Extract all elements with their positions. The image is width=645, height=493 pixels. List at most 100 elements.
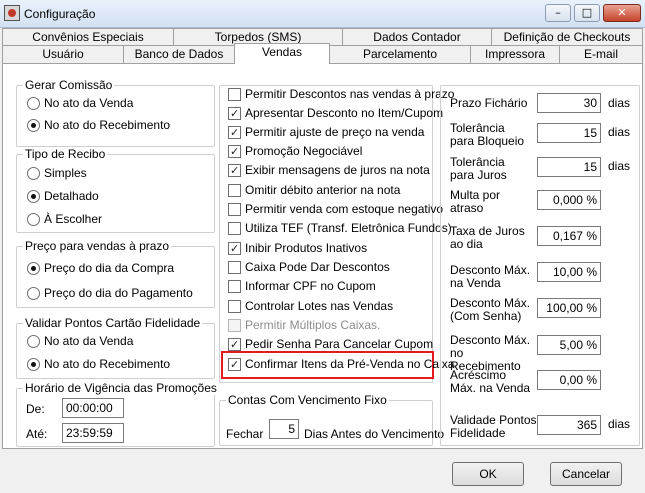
checkbox-label: Confirmar Itens da Pré-Venda no Caixa: [245, 357, 455, 371]
field-label-tolerancia-juros: Tolerância para Juros: [450, 155, 507, 182]
field-label-prazo-fichario: Prazo Fichário: [450, 96, 528, 110]
checkbox-label: Permitir Múltiplos Caixas.: [245, 318, 381, 332]
multa-input[interactable]: 0,000 %: [537, 190, 601, 210]
group-contas-vencimento: Contas Com Vencimento Fixo Fechar 5 Dias…: [219, 393, 444, 446]
window-title: Configuração: [24, 7, 96, 21]
radio-label: Simples: [44, 166, 87, 180]
radio-pontos-venda[interactable]: [27, 335, 40, 348]
field-label-acrescimo: Acréscimo Máx. na Venda: [450, 368, 531, 395]
checkbox-promocao-negociavel[interactable]: [228, 145, 241, 158]
horario-ate-input[interactable]: 23:59:59: [62, 423, 124, 443]
group-gerar-comissao: Gerar Comissão No ato da Venda No ato do…: [16, 78, 215, 147]
radio-label: Preço do dia da Compra: [44, 261, 175, 275]
radio-label: Preço do dia do Pagamento: [44, 286, 193, 300]
checkbox-ajuste-preco[interactable]: [228, 126, 241, 139]
group-opcoes-venda: Permitir Descontos nas vendas à prazo Ap…: [219, 85, 454, 383]
radio-label: No ato da Venda: [44, 334, 134, 348]
tab-banco-de-dados[interactable]: Banco de Dados: [123, 45, 235, 63]
app-icon: [4, 5, 20, 21]
ok-button[interactable]: OK: [452, 462, 524, 486]
checkbox-senha-cancelar[interactable]: [228, 338, 241, 351]
fechar-label: Fechar: [226, 427, 264, 441]
checkbox-confirmar-pre-venda[interactable]: [228, 358, 241, 371]
desconto-senha-input[interactable]: 100,00 %: [537, 298, 601, 318]
field-label-multa: Multa por atraso: [450, 188, 501, 215]
radio-preco-compra[interactable]: [27, 262, 40, 275]
cancel-button[interactable]: Cancelar: [550, 462, 622, 486]
group-label: Preço para vendas à prazo: [23, 239, 172, 253]
maximize-button[interactable]: □: [574, 4, 600, 22]
tab-parcelamento[interactable]: Parcelamento: [329, 45, 471, 63]
checkbox-label: Inibir Produtos Inativos: [245, 241, 368, 255]
checkbox-label: Permitir venda com estoque negativo: [245, 202, 444, 216]
tab-impressora[interactable]: Impressora: [470, 45, 560, 63]
tab-definicao-checkouts[interactable]: Definição de Checkouts: [491, 28, 643, 46]
radio-label: No ato do Recebimento: [44, 118, 171, 132]
radio-recibo-escolher[interactable]: [27, 213, 40, 226]
group-parametros: Prazo Fichário 30 dias Tolerância para B…: [440, 85, 640, 446]
radio-preco-pagamento[interactable]: [27, 287, 40, 300]
validade-pontos-input[interactable]: 365: [537, 415, 601, 435]
tab-vendas[interactable]: Vendas: [234, 43, 330, 64]
group-horario-vigencia: Horário de Vigência das Promoções De: 00…: [16, 381, 219, 447]
dias-vencimento-input[interactable]: 5: [269, 419, 299, 439]
checkbox-tef[interactable]: [228, 222, 241, 235]
radio-label: No ato da Venda: [44, 96, 134, 110]
checkbox-label: Informar CPF no Cupom: [245, 279, 376, 293]
group-validar-pontos: Validar Pontos Cartão Fidelidade No ato …: [16, 316, 215, 379]
checkbox-caixa-descontos[interactable]: [228, 261, 241, 274]
group-label: Tipo de Recibo: [23, 147, 108, 161]
minimize-button[interactable]: –: [545, 4, 571, 22]
checkbox-multiplos-caixas[interactable]: [228, 319, 241, 332]
radio-comissao-recebimento[interactable]: [27, 119, 40, 132]
tab-dados-contador[interactable]: Dados Contador: [342, 28, 492, 46]
unit-label: dias: [608, 159, 631, 173]
checkbox-label: Controlar Lotes nas Vendas: [245, 299, 394, 313]
field-label-tolerancia-bloqueio: Tolerância para Bloqueio: [450, 121, 525, 148]
tab-email[interactable]: E-mail: [559, 45, 643, 63]
tab-usuario[interactable]: Usuário: [2, 45, 124, 63]
checkbox-estoque-negativo[interactable]: [228, 203, 241, 216]
prazo-fichario-input[interactable]: 30: [537, 93, 601, 113]
radio-comissao-venda[interactable]: [27, 97, 40, 110]
group-preco-prazo: Preço para vendas à prazo Preço do dia d…: [16, 239, 215, 308]
checkbox-label: Permitir Descontos nas vendas à prazo: [245, 87, 455, 101]
desconto-venda-input[interactable]: 10,00 %: [537, 262, 601, 282]
checkbox-informar-cpf[interactable]: [228, 280, 241, 293]
field-label-taxa-juros: Taxa de Juros ao dia: [450, 224, 525, 251]
tab-panel-vendas: Gerar Comissão No ato da Venda No ato do…: [2, 63, 643, 449]
checkbox-label: Promoção Negociável: [245, 144, 363, 158]
field-label-desconto-senha: Desconto Máx. (Com Senha): [450, 296, 531, 323]
checkbox-label: Utiliza TEF (Transf. Eletrônica Fundos): [245, 221, 452, 235]
acrescimo-input[interactable]: 0,00 %: [537, 370, 601, 390]
radio-pontos-recebimento[interactable]: [27, 358, 40, 371]
checkbox-desconto-item[interactable]: [228, 107, 241, 120]
unit-label: dias: [608, 417, 631, 431]
ate-label: Até:: [26, 427, 48, 441]
checkbox-label: Omitir débito anterior na nota: [245, 183, 401, 197]
group-label: Gerar Comissão: [23, 78, 115, 92]
tab-convenios-especiais[interactable]: Convênios Especiais: [2, 28, 174, 46]
checkbox-label: Apresentar Desconto no Item/Cupom: [245, 106, 444, 120]
taxa-juros-input[interactable]: 0,167 %: [537, 226, 601, 246]
checkbox-descontos-prazo[interactable]: [228, 88, 241, 101]
horario-de-input[interactable]: 00:00:00: [62, 398, 124, 418]
tolerancia-bloqueio-input[interactable]: 15: [537, 123, 601, 143]
checkbox-label: Caixa Pode Dar Descontos: [245, 260, 390, 274]
group-tipo-recibo: Tipo de Recibo Simples Detalhado À Escol…: [16, 147, 215, 233]
checkbox-controlar-lotes[interactable]: [228, 300, 241, 313]
checkbox-omitir-debito[interactable]: [228, 184, 241, 197]
radio-recibo-simples[interactable]: [27, 167, 40, 180]
checkbox-inibir-inativos[interactable]: [228, 242, 241, 255]
de-label: De:: [26, 402, 45, 416]
unit-label: dias: [608, 96, 631, 110]
tolerancia-juros-input[interactable]: 15: [537, 157, 601, 177]
radio-label: No ato do Recebimento: [44, 357, 171, 371]
group-label: Validar Pontos Cartão Fidelidade: [23, 316, 203, 330]
dias-suffix-label: Dias Antes do Vencimento: [304, 427, 445, 441]
group-label: Horário de Vigência das Promoções: [23, 381, 219, 395]
checkbox-mensagens-juros[interactable]: [228, 164, 241, 177]
close-button[interactable]: ✕: [603, 4, 641, 22]
radio-recibo-detalhado[interactable]: [27, 190, 40, 203]
desconto-recebimento-input[interactable]: 5,00 %: [537, 335, 601, 355]
